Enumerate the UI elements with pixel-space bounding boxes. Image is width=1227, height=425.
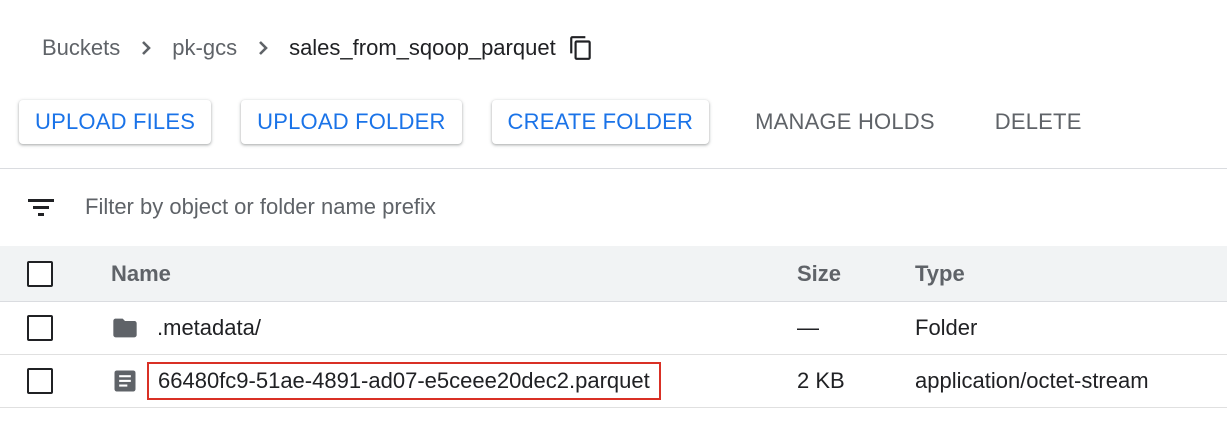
select-all-checkbox[interactable] [27, 260, 53, 287]
table-header-row: Name Size Type [0, 246, 1227, 302]
objects-table: Name Size Type .metadata/ — Folder 66480… [0, 246, 1227, 408]
folder-name-link[interactable]: .metadata/ [157, 315, 261, 341]
folder-icon [113, 318, 137, 338]
upload-folder-button[interactable]: UPLOAD FOLDER [241, 100, 462, 144]
breadcrumb-buckets[interactable]: Buckets [42, 35, 120, 61]
table-row: .metadata/ — Folder [0, 301, 1227, 355]
delete-button[interactable]: DELETE [965, 100, 1112, 144]
row-checkbox[interactable] [27, 368, 53, 394]
create-folder-button[interactable]: CREATE FOLDER [491, 100, 710, 144]
file-icon [114, 370, 136, 392]
type-cell: application/octet-stream [914, 354, 1227, 408]
chevron-right-icon [259, 41, 268, 55]
name-cell: 66480fc9-51ae-4891-ad07-e5ceee20dec2.par… [110, 354, 796, 408]
breadcrumb-current-folder: sales_from_sqoop_parquet [289, 35, 556, 60]
size-cell: 2 KB [796, 354, 914, 408]
type-cell: Folder [914, 301, 1227, 355]
chevron-right-icon [142, 41, 152, 55]
copy-icon[interactable] [568, 35, 594, 61]
row-checkbox[interactable] [27, 315, 53, 341]
column-header-type[interactable]: Type [914, 246, 1227, 302]
divider [0, 168, 1227, 169]
filter-bar [0, 170, 1227, 244]
manage-holds-button[interactable]: MANAGE HOLDS [725, 100, 965, 144]
breadcrumb: Buckets pk-gcs sales_from_sqoop_parquet [42, 28, 594, 68]
breadcrumb-bucket[interactable]: pk-gcs [172, 35, 237, 61]
column-header-size[interactable]: Size [796, 246, 914, 302]
row-checkbox-cell [0, 354, 110, 408]
file-name-link[interactable]: 66480fc9-51ae-4891-ad07-e5ceee20dec2.par… [147, 362, 661, 400]
row-checkbox-cell [0, 301, 110, 355]
upload-files-button[interactable]: UPLOAD FILES [19, 100, 212, 144]
table-row: 66480fc9-51ae-4891-ad07-e5ceee20dec2.par… [0, 354, 1227, 408]
header-checkbox-cell [0, 246, 110, 302]
column-header-name[interactable]: Name [110, 246, 796, 302]
toolbar: UPLOAD FILES UPLOAD FOLDER CREATE FOLDER… [19, 99, 1112, 145]
name-cell: .metadata/ [110, 301, 796, 355]
filter-input[interactable] [83, 193, 687, 221]
filter-icon[interactable] [28, 197, 54, 217]
size-cell: — [796, 301, 914, 355]
